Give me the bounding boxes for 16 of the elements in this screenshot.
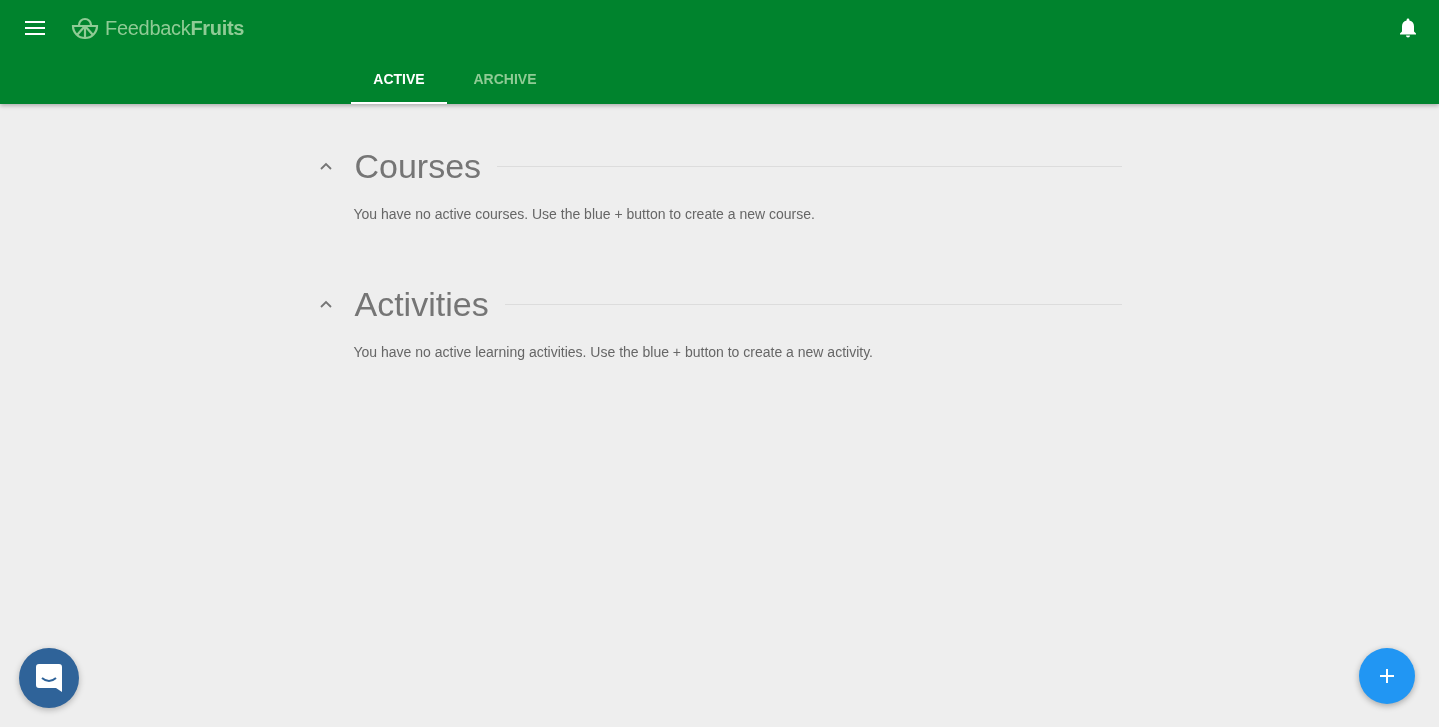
caret-icon[interactable] [319,300,332,308]
fruit-slice-icon [71,15,99,41]
logo-text: FeedbackFruits [105,16,245,40]
add-button[interactable] [1359,648,1415,704]
bell-icon[interactable] [1399,18,1417,38]
section-title: Courses [354,146,482,186]
chat-button[interactable] [19,648,79,708]
chat-bubble-icon [36,664,62,692]
section-title: Activities [354,284,489,324]
empty-message: You have no active learning activities. Use the blue + button to create a new activity. [353,344,874,360]
empty-message: You have no active courses. Use the blue + button to create a new course. [353,206,816,222]
menu-icon[interactable] [25,21,45,35]
plus-icon [1379,668,1395,684]
tab[interactable]: ARCHIVE [457,56,553,104]
tab[interactable]: ACTIVE [351,56,447,104]
caret-icon[interactable] [319,162,332,170]
